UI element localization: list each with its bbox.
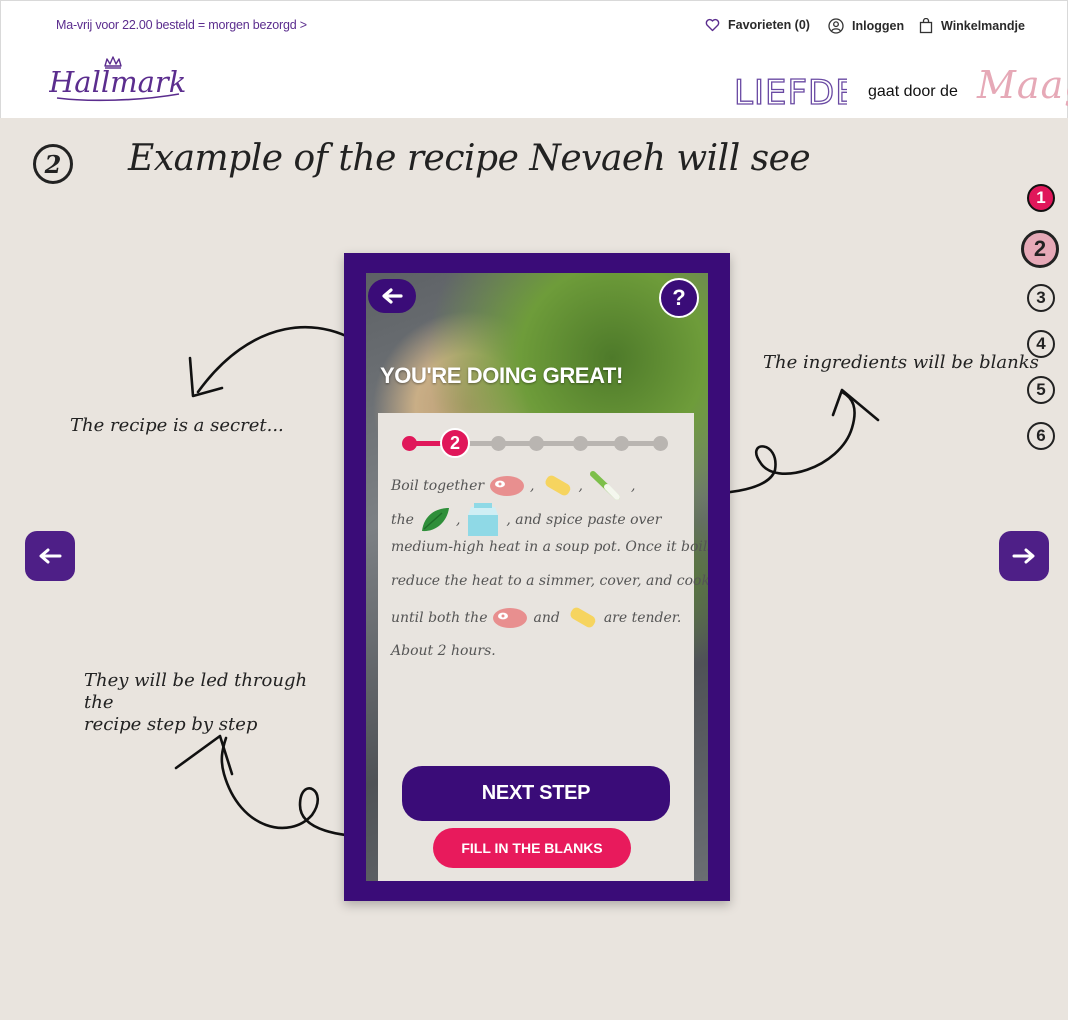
phone-back-button[interactable]	[368, 279, 416, 313]
question-icon: ?	[672, 285, 686, 310]
recipe-line5-and: and	[533, 610, 560, 626]
tagline-maag: Maag	[977, 63, 1068, 107]
slide-title: Example of the recipe Nevaeh will see	[128, 138, 811, 179]
annotation-guided-line2: recipe step by step	[84, 714, 258, 735]
recipe-line4: reduce the heat to a simmer, cover, and …	[391, 573, 708, 589]
step-dot-5[interactable]: 5	[1027, 376, 1055, 404]
user-icon	[828, 18, 844, 34]
slide-step-badge: 2	[33, 144, 73, 184]
recipe-line2-rest: , and spice paste over	[506, 512, 662, 528]
progress-dot-current: 2	[440, 428, 470, 458]
progress-dot-4	[529, 436, 544, 451]
tagline-liefde: LIEFDE	[732, 72, 857, 114]
progress-dot-1	[402, 436, 417, 451]
step-dot-2[interactable]: 2	[1021, 230, 1059, 268]
login-link[interactable]: Inloggen	[828, 18, 904, 34]
meat-icon[interactable]	[488, 474, 526, 498]
tagline-middle: gaat door de	[868, 83, 958, 100]
noodle-icon[interactable]	[564, 603, 600, 633]
phone-mockup: ? YOU'RE DOING GREAT! 2 Boil together ,	[344, 253, 730, 901]
site-header: Ma-vrij voor 22.00 besteld = morgen bezo…	[0, 0, 1068, 118]
milk-carton-icon[interactable]	[464, 503, 502, 537]
recipe-line5-end: are tender.	[603, 610, 682, 626]
bag-icon	[919, 18, 933, 34]
step-dot-6[interactable]: 6	[1027, 422, 1055, 450]
recipe-line3: medium-high heat in a soup pot. Once it …	[391, 539, 708, 555]
progress-dot-3	[491, 436, 506, 451]
arrow-right-icon	[1012, 548, 1035, 564]
next-slide-button[interactable]	[999, 531, 1049, 581]
annotation-secret: The recipe is a secret...	[70, 415, 284, 436]
recipe-card: 2 Boil together , , , the , , and spice …	[378, 413, 708, 881]
recipe-line2-the: the	[391, 512, 414, 528]
svg-text:LIEFDE: LIEFDE	[734, 73, 847, 109]
annotation-blanks: The ingredients will be blanks	[763, 352, 1039, 373]
step-dot-3[interactable]: 3	[1027, 284, 1055, 312]
logo-wordmark: Hallmark	[49, 65, 186, 99]
recipe-line1-text: Boil together	[391, 478, 485, 494]
progress-dot-6	[614, 436, 629, 451]
noodle-icon[interactable]	[539, 471, 575, 501]
next-step-button[interactable]: NEXT STEP	[402, 766, 670, 821]
encouragement-title: YOU'RE DOING GREAT!	[380, 363, 623, 388]
annotation-guided: They will be led through the recipe step…	[84, 670, 334, 736]
favorites-link[interactable]: Favorieten (0)	[705, 18, 810, 32]
progress-dot-5	[573, 436, 588, 451]
arrow-left-icon	[39, 548, 62, 564]
delivery-promo-link[interactable]: Ma-vrij voor 22.00 besteld = morgen bezo…	[56, 18, 307, 32]
step-dot-1[interactable]: 1	[1027, 184, 1055, 212]
recipe-progress: 2	[402, 428, 672, 458]
phone-screen: ? YOU'RE DOING GREAT! 2 Boil together ,	[366, 273, 708, 881]
fill-in-blanks-button[interactable]: FILL IN THE BLANKS	[433, 828, 631, 868]
recipe-line5-start: until both the	[391, 610, 488, 626]
arrow-left-icon	[382, 288, 403, 304]
leek-icon[interactable]	[587, 471, 627, 501]
recipe-line6: About 2 hours.	[391, 643, 496, 659]
cart-link[interactable]: Winkelmandje	[919, 18, 1025, 34]
hallmark-logo[interactable]: Hallmark	[48, 56, 189, 113]
previous-slide-button[interactable]	[25, 531, 75, 581]
phone-help-button[interactable]: ?	[659, 278, 699, 318]
progress-dot-7	[653, 436, 668, 451]
annotation-guided-line1: They will be led through the	[84, 670, 308, 713]
favorites-label: Favorieten (0)	[728, 18, 810, 32]
heart-icon	[705, 18, 720, 32]
cart-label: Winkelmandje	[941, 19, 1025, 33]
meat-icon[interactable]	[491, 606, 529, 630]
leaf-icon[interactable]	[418, 505, 452, 535]
login-label: Inloggen	[852, 19, 905, 33]
